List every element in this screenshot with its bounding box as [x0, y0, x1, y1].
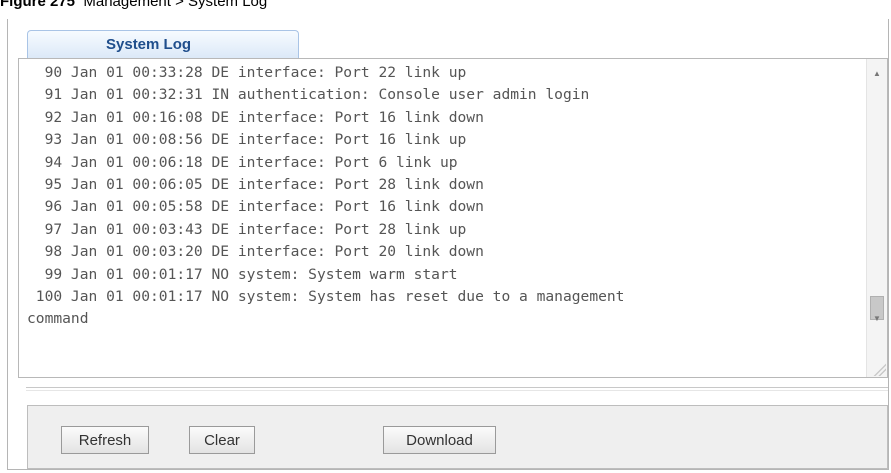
resize-grip-icon[interactable]	[872, 362, 886, 376]
clear-button[interactable]: Clear	[189, 426, 255, 454]
figure-title: Management > System Log	[83, 0, 268, 10]
tab-label: System Log	[106, 36, 192, 53]
log-line: 95 Jan 01 00:06:05 DE interface: Port 28…	[27, 175, 484, 193]
log-line: 99 Jan 01 00:01:17 NO system: System war…	[27, 265, 458, 283]
log-line: 90 Jan 01 00:33:28 DE interface: Port 22…	[27, 64, 467, 81]
button-bar: Refresh Clear Download	[27, 405, 888, 469]
log-line: 98 Jan 01 00:03:20 DE interface: Port 20…	[27, 243, 484, 261]
log-content: 90 Jan 01 00:33:28 DE interface: Port 22…	[27, 62, 863, 331]
log-line: 97 Jan 01 00:03:43 DE interface: Port 28…	[27, 220, 467, 238]
refresh-button[interactable]: Refresh	[61, 426, 149, 454]
log-line: 96 Jan 01 00:05:58 DE interface: Port 16…	[27, 198, 484, 216]
system-log-textarea[interactable]: 90 Jan 01 00:33:28 DE interface: Port 22…	[18, 58, 888, 378]
log-line: 91 Jan 01 00:32:31 IN authentication: Co…	[27, 86, 590, 104]
divider	[26, 387, 888, 391]
log-line: 100 Jan 01 00:01:17 NO system: System ha…	[27, 287, 625, 305]
vertical-scrollbar[interactable]: ▲ ▼	[866, 59, 887, 377]
tab-system-log[interactable]: System Log	[27, 30, 299, 58]
figure-caption: Figure 275 Management > System Log	[0, 0, 267, 10]
arrow-down-icon[interactable]: ▼	[867, 310, 887, 328]
log-line: 92 Jan 01 00:16:08 DE interface: Port 16…	[27, 108, 484, 126]
log-line: 94 Jan 01 00:06:18 DE interface: Port 6 …	[27, 153, 458, 171]
download-button[interactable]: Download	[383, 426, 496, 454]
log-line: 93 Jan 01 00:08:56 DE interface: Port 16…	[27, 131, 467, 149]
figure-label: Figure 275	[0, 0, 76, 10]
arrow-up-icon[interactable]: ▲	[867, 65, 887, 83]
log-line: command	[27, 310, 89, 328]
